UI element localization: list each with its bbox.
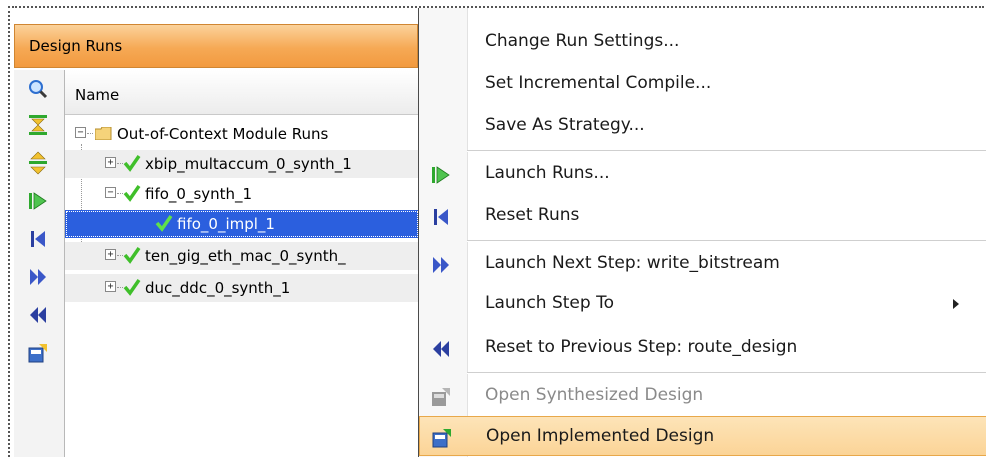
runs-toolbar [14,70,64,457]
reset-runs-icon[interactable] [20,224,56,254]
folder-icon [95,127,112,140]
menu-item-change-run-settings[interactable]: Change Run Settings... [419,22,986,62]
reset-previous-step-icon[interactable] [20,300,56,330]
tree-row[interactable]: + ten_gig_eth_mac_0_synth_ [65,242,419,270]
design-runs-tree: Name − Out-of-Context Module Runs + xbip… [64,70,419,457]
menu-item-save-as-strategy[interactable]: Save As Strategy... [419,106,986,146]
run-label: ten_gig_eth_mac_0_synth_ [145,247,346,265]
menu-item-label: Open Synthesized Design [485,385,704,405]
menu-item-label: Launch Step To [485,293,614,313]
launch-next-step-icon [433,257,449,273]
tree-row-selected[interactable]: fifo_0_impl_1 [65,210,419,238]
submenu-arrow-icon [953,299,959,309]
run-label: duc_ddc_0_synth_1 [145,279,291,297]
menu-item-reset-runs[interactable]: Reset Runs [419,196,986,236]
focus-border-left [8,6,10,457]
menu-separator [467,150,986,152]
menu-item-launch-step-to[interactable]: Launch Step To [419,284,986,324]
open-design-icon[interactable] [20,338,56,368]
run-label: xbip_multaccum_0_synth_1 [145,155,352,173]
search-icon[interactable] [20,74,56,104]
tree-root-label: Out-of-Context Module Runs [117,125,329,143]
menu-item-launch-next-step[interactable]: Launch Next Step: write_bitstream [419,244,986,284]
panel-title: Design Runs [29,37,123,55]
menu-item-label: Launch Runs... [485,163,610,183]
tree-row[interactable]: + duc_ddc_0_synth_1 [65,274,419,302]
menu-item-label: Launch Next Step: write_bitstream [485,253,780,273]
column-header-name[interactable]: Name [65,70,419,115]
menu-item-open-synthesized-design[interactable]: Open Synthesized Design [419,376,986,416]
expand-toggle[interactable]: + [105,249,116,260]
launch-runs-icon [432,166,450,184]
reset-previous-step-icon [433,341,449,357]
check-icon [123,279,141,296]
menu-item-label: Change Run Settings... [485,31,680,51]
column-label: Name [75,86,120,104]
open-synthesized-design-icon [432,388,450,406]
run-label: fifo_0_impl_1 [177,215,275,233]
expand-toggle[interactable]: + [105,281,116,292]
check-icon [155,215,173,232]
tree-row[interactable]: − fifo_0_synth_1 [65,180,419,208]
menu-item-label: Set Incremental Compile... [485,73,712,93]
menu-item-launch-runs[interactable]: Launch Runs... [419,154,986,194]
launch-next-step-icon[interactable] [20,262,56,292]
menu-item-label: Reset Runs [485,205,580,225]
menu-item-label: Save As Strategy... [485,115,645,135]
menu-item-reset-to-previous-step[interactable]: Reset to Previous Step: route_design [419,328,986,368]
tree-row[interactable]: + xbip_multaccum_0_synth_1 [65,150,419,178]
expand-toggle[interactable]: + [105,157,116,168]
collapse-toggle[interactable]: − [105,187,116,198]
menu-item-label: Reset to Previous Step: route_design [485,337,798,357]
run-label: fifo_0_synth_1 [145,185,253,203]
check-icon [123,155,141,172]
launch-runs-icon[interactable] [20,186,56,216]
collapse-toggle[interactable]: − [75,127,86,138]
collapse-all-icon[interactable] [20,110,56,140]
context-menu: Change Run Settings... Set Incremental C… [418,8,986,457]
tree-root-row[interactable]: − Out-of-Context Module Runs [65,120,419,148]
check-icon [123,185,141,202]
menu-item-open-implemented-design[interactable]: Open Implemented Design [419,416,986,456]
menu-separator [467,240,986,242]
open-implemented-design-icon [432,429,451,448]
design-runs-header: Design Runs [14,24,418,68]
reset-runs-icon [434,209,448,225]
expand-all-icon[interactable] [20,148,56,178]
menu-item-set-incremental-compile[interactable]: Set Incremental Compile... [419,64,986,104]
menu-separator [467,372,986,374]
check-icon [123,247,141,264]
menu-item-label: Open Implemented Design [486,426,715,446]
